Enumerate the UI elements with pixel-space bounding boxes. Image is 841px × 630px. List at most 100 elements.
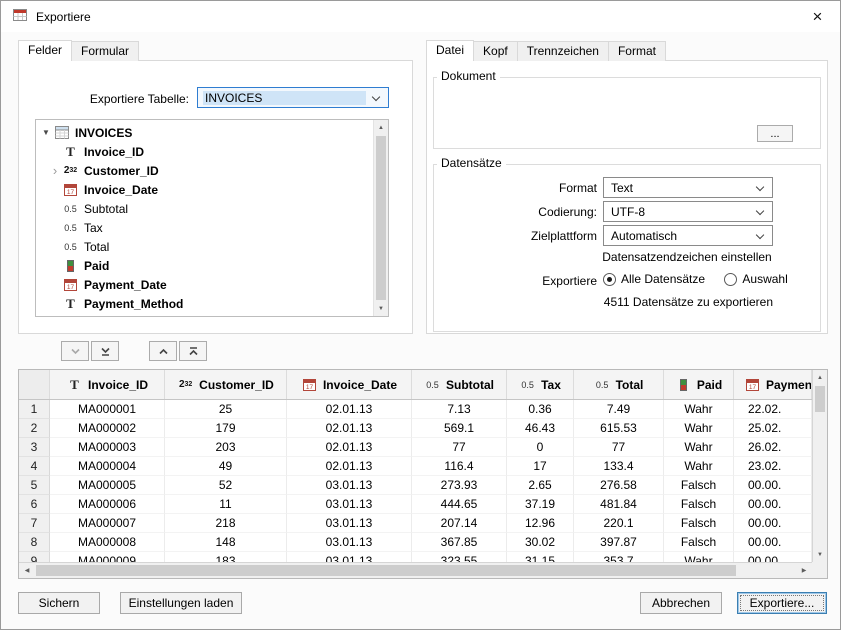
cell: MA000007 [50,514,165,533]
column-header-invoice_date[interactable]: 17Invoice_Date [287,370,412,399]
window-title: Exportiere [36,10,91,24]
tab-felder[interactable]: Felder [18,40,72,61]
cell: 0.36 [507,400,574,419]
tree-root-invoices[interactable]: ▼INVOICES [36,123,372,142]
cell: 00.00. [734,533,812,552]
move-down-button[interactable] [61,341,89,361]
tab-datei[interactable]: Datei [426,40,474,61]
date-type-icon: 17 [62,183,79,196]
left-tabbar: FelderFormular [18,40,138,61]
fields-tab-panel: Exportiere Tabelle: INVOICES ▼INVOICESTI… [18,60,413,334]
cell: 03.01.13 [287,552,412,562]
column-header-total[interactable]: 0.5Total [574,370,664,399]
cell: 481.84 [574,495,664,514]
radio-selection-label: Auswahl [742,272,787,286]
tree-item-invoice_date[interactable]: 17Invoice_Date [36,180,372,199]
decimal-type-icon: 0.5 [519,380,536,390]
row-number: 5 [19,476,50,495]
row-number: 2 [19,419,50,438]
cell: 11 [165,495,287,514]
table-row[interactable]: 5MA0000055203.01.13273.932.65276.58Falsc… [19,476,812,495]
encoding-combo[interactable]: UTF-8 [603,201,773,222]
tree-item-total[interactable]: 0.5Total [36,237,372,256]
tree-item-paid[interactable]: Paid [36,256,372,275]
tab-format[interactable]: Format [608,41,666,61]
column-header-paid[interactable]: Paid [664,370,734,399]
cell: Falsch [664,495,734,514]
tree-item-customer_id[interactable]: ›232Customer_ID [36,161,372,180]
cell: 77 [412,438,507,457]
cell: 03.01.13 [287,514,412,533]
scrollbar-thumb[interactable] [815,386,825,412]
scrollbar-thumb[interactable] [376,136,386,300]
table-row[interactable]: 9MA00000918303.01.13323.5531.15353.7Wahr… [19,552,812,562]
browse-button[interactable]: ... [757,125,793,142]
table-row[interactable]: 2MA00000217902.01.13569.146.43615.53Wahr… [19,419,812,438]
tab-trennzeichen[interactable]: Trennzeichen [517,41,609,61]
cell: MA000009 [50,552,165,562]
move-up-button[interactable] [149,341,177,361]
cell: 323.55 [412,552,507,562]
record-endings-link[interactable]: Datensatzendzeichen einstellen [587,250,787,264]
move-to-top-button[interactable] [179,341,207,361]
encoding-label: Codierung: [441,205,597,219]
row-number: 8 [19,533,50,552]
load-settings-button[interactable]: Einstellungen laden [120,592,242,614]
format-label: Format [441,181,597,195]
cell: 02.01.13 [287,457,412,476]
save-button[interactable]: Sichern [18,592,100,614]
tab-kopf[interactable]: Kopf [473,41,518,61]
chevron-down-icon [756,207,764,215]
cell: 218 [165,514,287,533]
scroll-down-icon[interactable]: ▼ [813,547,827,562]
tree-scrollbar[interactable]: ▲ ▼ [373,120,388,316]
column-header-payment_date[interactable]: 17Payment_Date [734,370,812,399]
column-header-customer_id[interactable]: 232Customer_ID [165,370,287,399]
svg-text:17: 17 [67,189,75,196]
cell: Falsch [664,476,734,495]
cell: MA000005 [50,476,165,495]
column-header-tax[interactable]: 0.5Tax [507,370,574,399]
scroll-down-icon[interactable]: ▼ [374,301,388,316]
tab-formular[interactable]: Formular [71,41,139,61]
cancel-button[interactable]: Abbrechen [640,592,722,614]
collapse-icon[interactable]: ▼ [39,128,53,137]
number-type-icon: 232 [62,165,79,176]
export-records-label: Exportiere [441,274,597,288]
tree-item-subtotal[interactable]: 0.5Subtotal [36,199,372,218]
scroll-up-icon[interactable]: ▲ [813,370,827,385]
scroll-left-icon[interactable]: ◀ [19,563,35,578]
scroll-right-icon[interactable]: ▶ [796,563,812,578]
table-row[interactable]: 3MA00000320302.01.1377077Wahr26.02. [19,438,812,457]
cell: 615.53 [574,419,664,438]
column-header-subtotal[interactable]: 0.5Subtotal [412,370,507,399]
table-row[interactable]: 1MA0000012502.01.137.130.367.49Wahr22.02… [19,400,812,419]
svg-text:17: 17 [67,284,75,291]
table-row[interactable]: 6MA0000061103.01.13444.6537.19481.84Fals… [19,495,812,514]
platform-combo[interactable]: Automatisch [603,225,773,246]
radio-selection[interactable]: Auswahl [724,272,787,286]
close-icon[interactable]: × [795,1,840,32]
table-row[interactable]: 4MA0000044902.01.13116.417133.4Wahr23.02… [19,457,812,476]
move-to-bottom-button[interactable] [91,341,119,361]
scrollbar-thumb[interactable] [36,565,736,576]
column-header-invoice_id[interactable]: TInvoice_ID [50,370,165,399]
table-select-combo[interactable]: INVOICES [197,87,389,108]
tree-item-tax[interactable]: 0.5Tax [36,218,372,237]
scroll-up-icon[interactable]: ▲ [374,120,388,135]
radio-unselected-icon [724,273,737,286]
export-button[interactable]: Exportiere... [737,592,827,614]
tree-item-payment_date[interactable]: 17Payment_Date [36,275,372,294]
number-type-icon: 232 [177,379,194,390]
tree-item-payment_method[interactable]: TPayment_Method [36,294,372,313]
grid-vscrollbar[interactable]: ▲ ▼ [812,370,827,562]
export-dialog: Exportiere × FelderFormular Exportiere T… [0,0,841,630]
table-row[interactable]: 7MA00000721803.01.13207.1412.96220.1Fals… [19,514,812,533]
grid-hscrollbar[interactable]: ◀ ▶ [19,562,812,578]
tree-item-invoice_id[interactable]: TInvoice_ID [36,142,372,161]
table-row[interactable]: 8MA00000814803.01.13367.8530.02397.87Fal… [19,533,812,552]
radio-all-records[interactable]: Alle Datensätze [603,272,705,286]
expand-icon[interactable]: › [48,166,62,176]
format-combo[interactable]: Text [603,177,773,198]
format-value: Text [611,181,750,195]
